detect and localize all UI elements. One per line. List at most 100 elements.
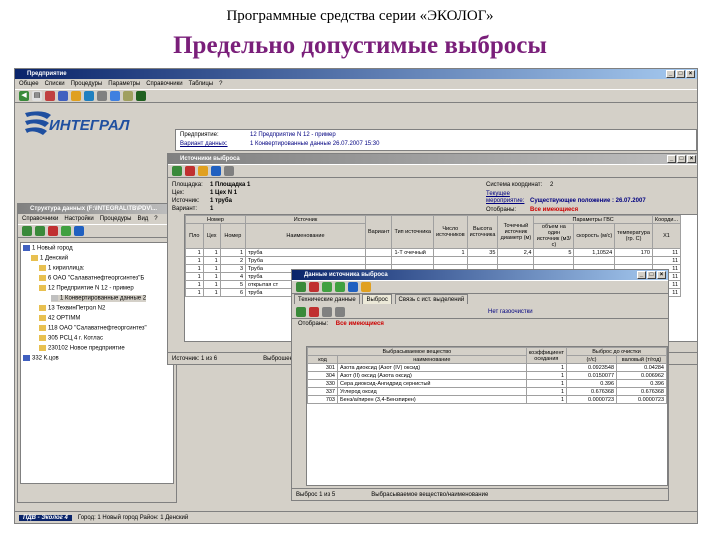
filter-icon[interactable] bbox=[198, 166, 208, 176]
table-row[interactable]: 304 Азот (II) оксид (Азота оксид) 1 0.01500… bbox=[307, 371, 667, 380]
col-header-emission[interactable]: Выброс до очистки bbox=[566, 347, 667, 356]
col-header-type[interactable]: Тип источника bbox=[391, 215, 434, 249]
tree-node-selected[interactable]: 1 Конвертированные данные 2 bbox=[51, 295, 147, 302]
chart-icon[interactable] bbox=[45, 91, 55, 101]
table-row[interactable]: 337 Углерод оксид 1 0.676368 0.676368 bbox=[307, 387, 667, 396]
col-header-x1[interactable]: X1 bbox=[651, 223, 682, 249]
tree-node[interactable]: 1 Новый город bbox=[23, 245, 73, 252]
document-icon[interactable]: ▤ bbox=[32, 91, 42, 101]
ok-icon[interactable] bbox=[22, 226, 32, 236]
table-row[interactable]: 330 Сера диоксид-Ангидрид сернистый 1 0.396… bbox=[307, 379, 667, 388]
map-icon[interactable] bbox=[84, 91, 94, 101]
col-header-ty[interactable]: валовый (т/год) bbox=[616, 355, 667, 364]
emissions-close-button[interactable]: × bbox=[657, 271, 666, 279]
structure-menu-vid[interactable]: Вид bbox=[137, 214, 148, 224]
menu-obshee[interactable]: Общее bbox=[19, 79, 39, 89]
print-icon[interactable] bbox=[224, 166, 234, 176]
structure-menu-procedury[interactable]: Процедуры bbox=[100, 214, 132, 224]
save-icon[interactable] bbox=[335, 306, 345, 317]
event-label[interactable]: мероприятие: bbox=[486, 198, 524, 204]
tree-node[interactable]: 332 К.цов bbox=[23, 355, 59, 362]
delete-icon[interactable] bbox=[309, 306, 319, 317]
structure-menu-nastroiki[interactable]: Настройки bbox=[64, 214, 93, 224]
col-header-vol[interactable]: объем на один источник (м3/с) bbox=[533, 223, 575, 249]
tab-technical[interactable]: Технические данные bbox=[294, 294, 360, 304]
emissions-maximize-button[interactable]: □ bbox=[647, 271, 656, 279]
delete-icon[interactable] bbox=[48, 226, 58, 236]
structure-menu-help[interactable]: ? bbox=[154, 214, 157, 224]
check-icon[interactable] bbox=[296, 306, 306, 317]
menu-tablicy[interactable]: Таблицы bbox=[189, 79, 214, 89]
minimize-button[interactable]: _ bbox=[666, 70, 675, 78]
tree-node[interactable]: 13 ТехвинПетрол N2 bbox=[39, 305, 105, 312]
col-header-coord[interactable]: Коорди... bbox=[651, 215, 682, 224]
help-icon[interactable] bbox=[136, 91, 146, 101]
col-header-count[interactable]: Число источников bbox=[432, 215, 468, 249]
close-button[interactable]: × bbox=[686, 70, 695, 78]
col-header-gs[interactable]: (г/с) bbox=[566, 355, 617, 364]
sources-minimize-button[interactable]: _ bbox=[667, 155, 676, 163]
col-header-variant[interactable]: Вариант bbox=[364, 215, 393, 249]
copy-icon[interactable] bbox=[348, 282, 358, 292]
copy-icon[interactable] bbox=[74, 226, 84, 236]
sources-maximize-button[interactable]: □ bbox=[677, 155, 686, 163]
tab-emission[interactable]: Выброс bbox=[362, 294, 392, 304]
col-header-temp[interactable]: температура (гр. С) bbox=[614, 223, 653, 249]
filter-icon[interactable] bbox=[71, 91, 81, 101]
col-header-speed[interactable]: скорость (м/с) bbox=[573, 223, 616, 249]
col-header-substance-name[interactable]: наименование bbox=[337, 355, 527, 364]
col-header-ceh[interactable]: Цех bbox=[202, 223, 221, 249]
sources-close-button[interactable]: × bbox=[687, 155, 696, 163]
emissions-minimize-button[interactable]: _ bbox=[637, 271, 646, 279]
col-header-num[interactable]: Номер bbox=[219, 223, 247, 249]
current-label[interactable]: Текущее bbox=[486, 191, 510, 197]
menu-procedury[interactable]: Процедуры bbox=[71, 79, 103, 89]
table-row[interactable]: 703 Бенз/а/пирен (3,4-Бензпирен) 1 0.000072… bbox=[307, 395, 667, 404]
ok-icon[interactable] bbox=[296, 282, 306, 292]
check-icon[interactable] bbox=[35, 226, 45, 236]
col-header-source[interactable]: Источник bbox=[245, 215, 366, 224]
menu-spiski[interactable]: Списки bbox=[45, 79, 65, 89]
add-icon[interactable] bbox=[61, 226, 71, 236]
menu-spravochniki[interactable]: Справочники bbox=[146, 79, 182, 89]
tree-node[interactable]: 12 Предприятие N 12 - пример bbox=[39, 285, 134, 292]
table-row[interactable]: 1 1 2 Труба 11 bbox=[185, 256, 682, 265]
print-icon[interactable] bbox=[97, 91, 107, 101]
tree-node[interactable]: 1 Денский bbox=[31, 255, 68, 262]
col-header-plo[interactable]: Пло bbox=[185, 223, 204, 249]
table-row[interactable]: 301 Азота диоксид (Азот (IV) оксид) 1 0.092… bbox=[307, 363, 667, 372]
variant-label[interactable]: Вариант данных: bbox=[180, 141, 228, 147]
filter-icon[interactable] bbox=[361, 282, 371, 292]
col-header-diameter[interactable]: Точечный источник диаметр (м) bbox=[497, 215, 535, 249]
col-header-gvs[interactable]: Параметры ГВС bbox=[533, 215, 653, 224]
maximize-button[interactable]: □ bbox=[676, 70, 685, 78]
tree-node[interactable]: 305 РСЦ 4 г. Котлас bbox=[39, 335, 103, 342]
table-row[interactable]: 1 1 1 труба 1-Т очечный 1 35 2,4 5 1,10524 170 11 bbox=[185, 248, 682, 257]
forward-arrow-icon[interactable] bbox=[335, 282, 345, 292]
col-header-substance[interactable]: Выбрасываемое вещество bbox=[307, 347, 527, 356]
tree-node[interactable]: 6 OAO "Салаватнефтеоргсинтез"Б bbox=[39, 275, 144, 282]
back-arrow-icon[interactable] bbox=[322, 282, 332, 292]
tab-link[interactable]: Связь с ист. выделений bbox=[394, 294, 469, 304]
tree-node[interactable]: 118 OAO "Салаватнефтеоргсинтез" bbox=[39, 325, 147, 332]
back-icon[interactable]: ◀ bbox=[19, 91, 29, 101]
structure-menu-spravochniki[interactable]: Справочники bbox=[22, 214, 58, 224]
delete-icon[interactable] bbox=[309, 282, 319, 292]
delete-icon[interactable] bbox=[185, 166, 195, 176]
menu-parametry[interactable]: Параметры bbox=[108, 79, 140, 89]
tree-node[interactable]: 230102 Новое предприятие bbox=[39, 345, 125, 352]
col-header-coef[interactable]: коэффициент оседания bbox=[525, 347, 568, 364]
report-icon[interactable] bbox=[211, 166, 221, 176]
menu-help[interactable]: ? bbox=[219, 79, 222, 89]
info-icon[interactable] bbox=[110, 91, 120, 101]
col-header-height[interactable]: Высота источника bbox=[466, 215, 499, 249]
col-header-name[interactable]: Наименование bbox=[245, 223, 366, 249]
edit-icon[interactable] bbox=[322, 306, 332, 317]
col-header-code[interactable]: код bbox=[307, 355, 338, 364]
table-icon[interactable] bbox=[58, 91, 68, 101]
tree-node[interactable]: 1 кириллица: bbox=[39, 265, 84, 272]
tools-icon[interactable] bbox=[123, 91, 133, 101]
ok-icon[interactable] bbox=[172, 166, 182, 176]
tree-node[interactable]: 42 OPTIMM bbox=[39, 315, 80, 322]
col-header-number[interactable]: Номер bbox=[185, 215, 246, 224]
